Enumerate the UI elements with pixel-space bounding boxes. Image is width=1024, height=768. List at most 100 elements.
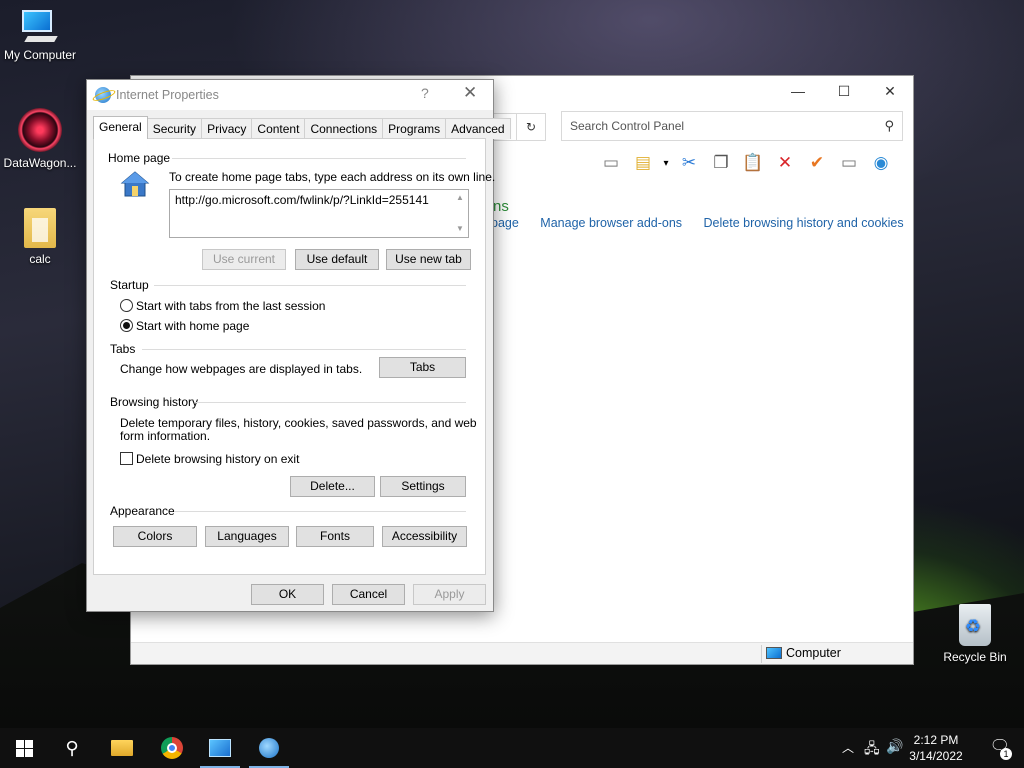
settings-button[interactable]: Settings	[380, 476, 466, 497]
desktop-icon-datawagon[interactable]: DataWagon...	[0, 108, 80, 170]
general-tab-panel: Home page To create home page tabs, type…	[93, 138, 495, 575]
colors-button[interactable]: Colors	[113, 526, 197, 547]
desktop-icon-my-computer[interactable]: My Computer	[0, 10, 80, 62]
minimize-icon[interactable]: —	[775, 76, 821, 106]
clock-date: 3/14/2022	[909, 749, 963, 763]
section-heading-partial: ns	[493, 198, 509, 215]
apply-button[interactable]: Apply	[413, 584, 486, 605]
control-panel-taskbar-icon[interactable]	[196, 728, 244, 768]
link-manage-addons[interactable]: Manage browser add-ons	[540, 216, 682, 230]
startup-group-label: Startup	[110, 278, 149, 292]
tab-privacy[interactable]: Privacy	[201, 118, 253, 139]
browsing-history-group-label: Browsing history	[110, 395, 199, 409]
desktop-icon-label: DataWagon...	[3, 156, 77, 170]
cancel-button[interactable]: Cancel	[332, 584, 405, 605]
home-icon	[120, 171, 150, 197]
chrome-logo-icon	[161, 737, 183, 759]
internet-options-taskbar-icon[interactable]	[245, 728, 293, 768]
network-icon[interactable]: 🖧	[864, 738, 880, 762]
delete-button[interactable]: Delete...	[290, 476, 375, 497]
divider	[172, 158, 466, 159]
fonts-button[interactable]: Fonts	[296, 526, 374, 547]
search-icon: ⚲	[884, 118, 894, 133]
internet-properties-dialog[interactable]: Internet Properties ? ✕ General Security…	[86, 79, 511, 612]
globe-icon	[259, 738, 279, 758]
windows-icon	[15, 739, 33, 757]
computer-icon	[766, 647, 782, 659]
views-icon[interactable]: ▤	[629, 150, 657, 176]
close-button[interactable]: ✕	[463, 83, 477, 103]
tab-strip: General Security Privacy Content Connect…	[93, 116, 511, 139]
radio-last-session-label[interactable]: Start with tabs from the last session	[136, 299, 325, 313]
file-explorer-icon[interactable]	[98, 728, 146, 768]
use-default-button[interactable]: Use default	[295, 249, 379, 270]
globe-icon[interactable]: ◉	[867, 150, 895, 176]
languages-button[interactable]: Languages	[205, 526, 289, 547]
clock[interactable]: 2:12 PM 3/14/2022	[906, 732, 966, 764]
ok-button[interactable]: OK	[251, 584, 324, 605]
scroll-track[interactable]	[452, 206, 468, 221]
dropdown-icon[interactable]: ▾	[661, 150, 671, 176]
radio-home-page[interactable]	[120, 319, 133, 332]
desktop-icon-calc[interactable]: calc	[0, 208, 80, 266]
chrome-icon[interactable]	[148, 728, 196, 768]
tabs-button[interactable]: Tabs	[379, 357, 466, 378]
tab-content[interactable]: Content	[251, 118, 306, 139]
tab-advanced[interactable]: Advanced	[445, 118, 511, 139]
volume-icon[interactable]: 🔊	[886, 738, 903, 755]
chevron-up-icon[interactable]: ︿	[842, 739, 854, 756]
divider	[196, 402, 466, 403]
delete-on-exit-label[interactable]: Delete browsing history on exit	[136, 452, 299, 466]
tabs-description: Change how webpages are displayed in tab…	[120, 362, 363, 376]
notification-count-badge: 1	[1000, 748, 1012, 760]
task-links: page Manage browser add-ons Delete brows…	[491, 216, 922, 230]
divider	[142, 349, 466, 350]
tab-general[interactable]: General	[93, 116, 148, 139]
clock-time: 2:12 PM	[913, 733, 959, 747]
datawagon-icon	[18, 108, 62, 152]
checkmark-icon[interactable]: ✔	[803, 150, 831, 176]
desktop-icon-recycle-bin[interactable]: Recycle Bin	[935, 604, 1015, 664]
control-panel-icon	[209, 739, 231, 757]
home-page-url-input[interactable]: http://go.microsoft.com/fwlink/p/?LinkId…	[169, 189, 469, 238]
accessibility-button[interactable]: Accessibility	[382, 526, 467, 547]
search-placeholder: Search Control Panel	[570, 119, 685, 133]
tab-connections[interactable]: Connections	[304, 118, 384, 139]
scrollbar[interactable]: ▲ ▼	[452, 190, 468, 237]
start-button[interactable]	[0, 728, 48, 768]
computer-icon	[20, 10, 60, 44]
folder-icon	[111, 740, 133, 756]
close-icon[interactable]: ✕	[867, 76, 913, 106]
dialog-title-bar[interactable]: Internet Properties ? ✕	[87, 80, 493, 110]
use-current-button[interactable]: Use current	[202, 249, 286, 270]
cut-icon[interactable]: ✂	[675, 150, 703, 176]
tab-programs[interactable]: Programs	[382, 118, 447, 139]
dialog-title: Internet Properties	[116, 88, 219, 102]
properties-icon[interactable]: ▭	[835, 150, 863, 176]
tabs-group-label: Tabs	[110, 342, 136, 356]
scroll-down-icon[interactable]: ▼	[452, 221, 468, 237]
internet-explorer-icon	[95, 87, 111, 103]
scroll-up-icon[interactable]: ▲	[452, 190, 468, 206]
radio-home-page-label[interactable]: Start with home page	[136, 319, 249, 333]
copy-icon[interactable]: ❐	[707, 150, 735, 176]
toolbar: ▭ ▤ ▾ ✂ ❐ 📋 ✕ ✔ ▭ ◉	[597, 150, 895, 176]
search-taskbar-icon[interactable]: ⚲	[48, 728, 96, 768]
paste-icon[interactable]: 📋	[739, 150, 767, 176]
use-new-tab-button[interactable]: Use new tab	[386, 249, 471, 270]
status-bar: Computer	[131, 642, 913, 664]
radio-last-session[interactable]	[120, 299, 133, 312]
maximize-icon[interactable]: ☐	[821, 76, 867, 106]
link-delete-history[interactable]: Delete browsing history and cookies	[704, 216, 904, 230]
delete-on-exit-checkbox[interactable]	[120, 452, 133, 465]
home-page-url: http://go.microsoft.com/fwlink/p/?LinkId…	[175, 193, 429, 207]
search-input[interactable]: Search Control Panel ⚲	[561, 111, 903, 141]
delete-icon[interactable]: ✕	[771, 150, 799, 176]
preview-pane-icon[interactable]: ▭	[597, 150, 625, 176]
divider	[154, 285, 466, 286]
link-home-page[interactable]: page	[491, 216, 519, 230]
tab-security[interactable]: Security	[146, 118, 203, 139]
browsing-history-desc-line1: Delete temporary files, history, cookies…	[120, 416, 477, 430]
help-button[interactable]: ?	[421, 85, 429, 101]
refresh-icon[interactable]: ↻	[516, 113, 546, 141]
